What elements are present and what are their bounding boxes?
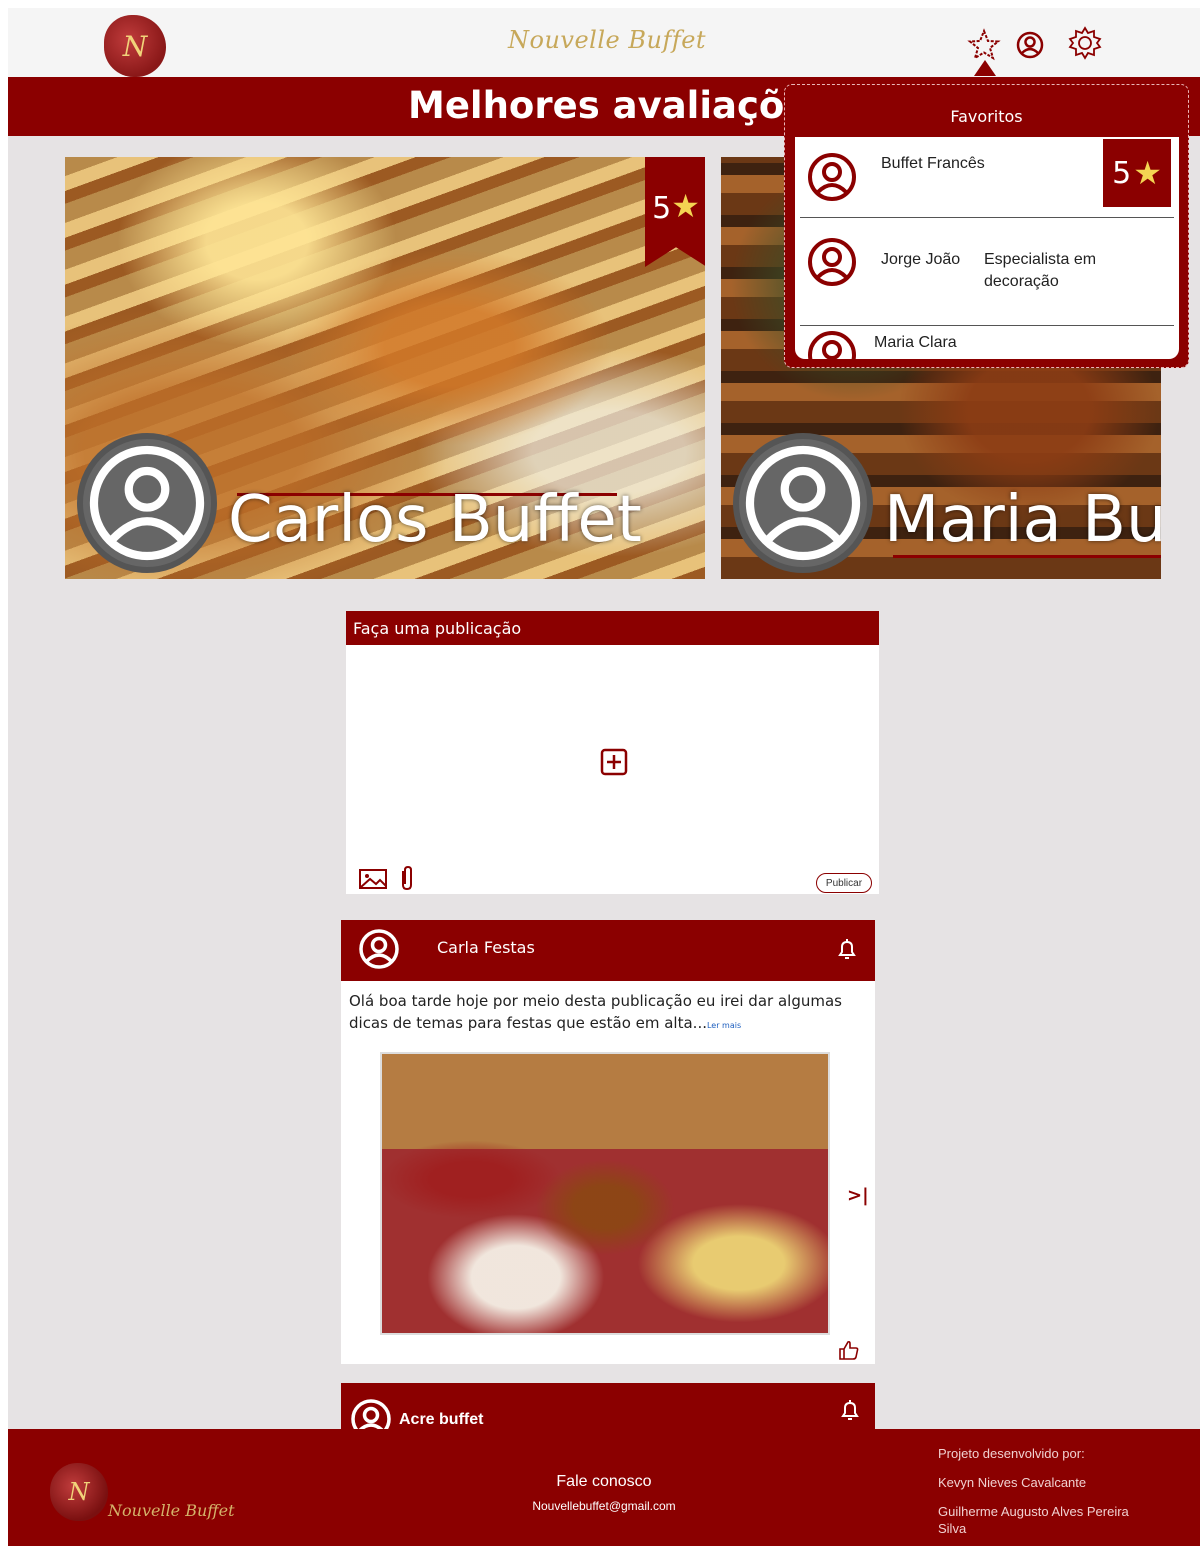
post-card: Carla Festas Olá boa tarde hoje por meio… <box>341 920 875 1364</box>
post-header: Acre buffet <box>341 1383 875 1431</box>
card-title: Maria Buffet <box>884 483 1161 557</box>
user-avatar-icon <box>77 433 217 573</box>
post-image <box>380 1052 830 1335</box>
dropdown-caret <box>974 60 996 76</box>
favorite-name: Jorge João <box>881 251 961 268</box>
rating-badge: 5 ★ <box>1103 139 1171 207</box>
card-title: Carlos Buffet <box>228 483 642 557</box>
attachment-clip-icon[interactable] <box>396 865 418 892</box>
credits: Projeto desenvolvido por: Kevyn Nieves C… <box>938 1445 1158 1546</box>
favorite-description: Especialista em decoração <box>984 251 1097 290</box>
top-rated-card[interactable]: 5 ★ Carlos Buffet <box>65 157 705 579</box>
publish-button[interactable]: Publicar <box>816 873 872 893</box>
credits-title: Projeto desenvolvido por: <box>938 1446 1085 1461</box>
logo-monogram: N <box>122 29 148 63</box>
favorite-item[interactable]: Maria Clara <box>795 326 1179 359</box>
credit-name: Kevyn Nieves Cavalcante <box>938 1475 1087 1490</box>
star-icon: ★ <box>1133 155 1162 191</box>
user-avatar-icon[interactable] <box>357 927 401 971</box>
plus-square-icon[interactable] <box>599 747 629 777</box>
logo[interactable]: N <box>104 15 166 77</box>
star-icon: ★ <box>671 188 700 224</box>
credit-name: Guilherme Augusto Alves Pereira Silva <box>938 1504 1129 1536</box>
favorite-name: Maria Clara <box>874 334 957 351</box>
favorite-item[interactable]: Buffet Francês 5 ★ <box>795 137 1179 217</box>
post-body: Olá boa tarde hoje por meio desta public… <box>341 981 875 1037</box>
footer: N Nouvelle Buffet Fale conosco Nouvelleb… <box>8 1429 1200 1546</box>
bell-icon[interactable] <box>836 937 858 961</box>
settings-gear-icon[interactable] <box>1066 24 1104 62</box>
user-avatar-icon <box>805 150 859 204</box>
publish-title: Faça uma publicação <box>346 611 879 645</box>
favorites-list: Buffet Francês 5 ★ Jorge João Especialist… <box>795 137 1179 359</box>
bell-icon[interactable] <box>839 1398 861 1422</box>
favorite-name: Buffet Francês <box>881 155 985 172</box>
page-title: Melhores avaliações <box>408 84 832 127</box>
user-avatar-icon <box>733 433 873 573</box>
post-author[interactable]: Acre buffet <box>399 1411 483 1429</box>
user-avatar-icon[interactable] <box>349 1397 393 1431</box>
favorites-star-icon[interactable] <box>967 28 1001 62</box>
user-avatar-icon <box>805 235 859 289</box>
favorites-dropdown: Favoritos Buffet Francês 5 ★ Jorge João E… <box>784 84 1189 368</box>
rating-value: 5 <box>1112 155 1132 191</box>
image-icon[interactable] <box>358 866 388 892</box>
favorite-item[interactable]: Jorge João Especialista em decoração <box>795 218 1179 325</box>
profile-icon[interactable] <box>1013 28 1047 62</box>
user-avatar-icon <box>805 328 859 359</box>
brand-name: Nouvelle Buffet <box>508 26 707 54</box>
read-more-link[interactable]: Ler mais <box>707 1021 741 1030</box>
post-author[interactable]: Carla Festas <box>437 938 535 957</box>
rating-value: 5 <box>652 191 672 226</box>
publish-box: Faça uma publicação Publicar <box>346 611 879 894</box>
next-image-arrow[interactable]: >| <box>847 1185 869 1206</box>
post-text: Olá boa tarde hoje por meio desta public… <box>349 992 842 1032</box>
post-header: Carla Festas <box>341 920 875 981</box>
post-card: Acre buffet <box>341 1383 875 1431</box>
favorites-title: Favoritos <box>950 107 1023 126</box>
like-thumb-icon[interactable] <box>837 1338 861 1362</box>
